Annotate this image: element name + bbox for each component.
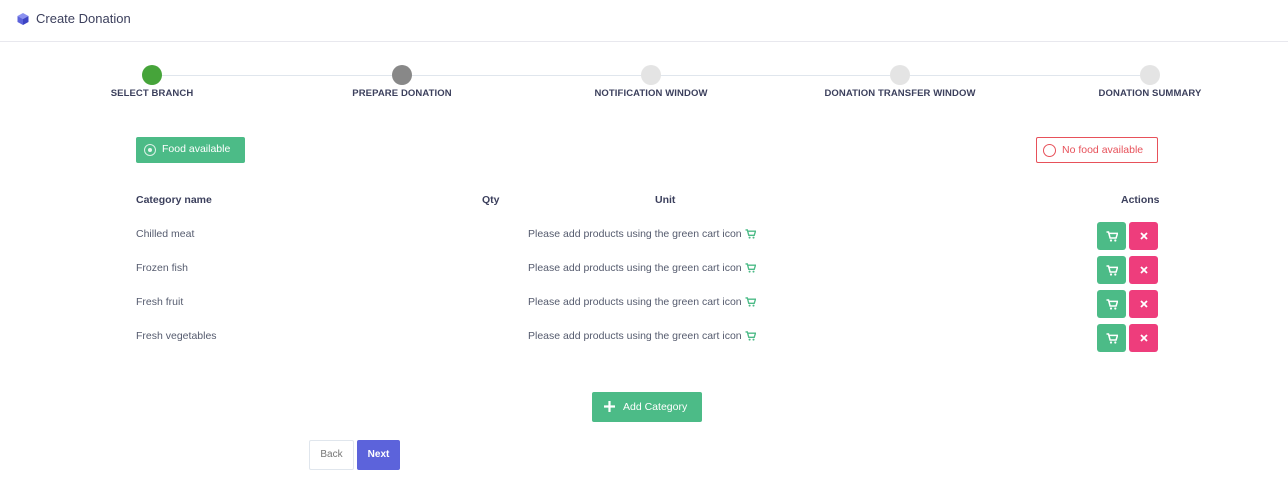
add-products-button[interactable] — [1097, 256, 1126, 284]
header-category-name: Category name — [136, 194, 212, 206]
cart-icon — [745, 331, 757, 341]
step-dot — [392, 65, 412, 85]
progress-stepper: SELECT BRANCH PREPARE DONATION NOTIFICAT… — [0, 65, 1288, 105]
add-category-button[interactable]: Add Category — [592, 392, 702, 422]
delete-category-button[interactable] — [1129, 290, 1158, 318]
step-label: NOTIFICATION WINDOW — [594, 88, 708, 99]
cart-icon — [745, 263, 757, 273]
table-row: Frozen fish Please add products using th… — [0, 256, 1288, 296]
step-donation-transfer-window[interactable]: DONATION TRANSFER WINDOW — [800, 65, 1000, 99]
close-icon — [1139, 266, 1148, 274]
step-label: SELECT BRANCH — [110, 88, 194, 99]
cart-icon — [1106, 264, 1118, 276]
plus-icon — [604, 401, 615, 412]
cart-icon — [1106, 230, 1118, 242]
top-bar: Create Donation — [0, 0, 1288, 42]
hint-text: Please add products using the green cart… — [528, 330, 742, 342]
header-qty: Qty — [482, 194, 500, 206]
cube-icon — [17, 13, 29, 25]
hint-text: Please add products using the green cart… — [528, 228, 742, 240]
food-available-button[interactable]: Food available — [136, 137, 245, 163]
hint-text: Please add products using the green cart… — [528, 262, 742, 274]
step-dot — [1140, 65, 1160, 85]
table-row: Fresh vegetables Please add products usi… — [0, 324, 1288, 364]
step-prepare-donation[interactable]: PREPARE DONATION — [302, 65, 502, 99]
hint-text: Please add products using the green cart… — [528, 296, 742, 308]
step-label: DONATION SUMMARY — [1098, 88, 1202, 99]
delete-category-button[interactable] — [1129, 324, 1158, 352]
category-name: Chilled meat — [136, 228, 195, 240]
header-unit: Unit — [655, 194, 676, 206]
step-dot — [890, 65, 910, 85]
category-name: Fresh vegetables — [136, 330, 217, 342]
cart-icon — [745, 229, 757, 239]
cart-icon — [1106, 332, 1118, 344]
cart-icon — [745, 297, 757, 307]
add-products-button[interactable] — [1097, 222, 1126, 250]
step-notification-window[interactable]: NOTIFICATION WINDOW — [551, 65, 751, 99]
radio-selected-icon — [144, 144, 156, 156]
add-products-hint: Please add products using the green cart… — [528, 262, 757, 274]
close-icon — [1139, 300, 1148, 308]
no-food-available-label: No food available — [1062, 144, 1144, 156]
no-food-available-button[interactable]: No food available — [1036, 137, 1158, 163]
step-donation-summary[interactable]: DONATION SUMMARY — [1050, 65, 1250, 99]
add-products-hint: Please add products using the green cart… — [528, 330, 757, 342]
close-icon — [1139, 334, 1148, 342]
add-products-hint: Please add products using the green cart… — [528, 228, 757, 240]
category-name: Fresh fruit — [136, 296, 184, 308]
add-products-button[interactable] — [1097, 290, 1126, 318]
add-products-button[interactable] — [1097, 324, 1126, 352]
add-products-hint: Please add products using the green cart… — [528, 296, 757, 308]
delete-category-button[interactable] — [1129, 222, 1158, 250]
add-category-label: Add Category — [623, 401, 688, 413]
category-name: Frozen fish — [136, 262, 188, 274]
page-title: Create Donation — [36, 11, 131, 26]
table-row: Fresh fruit Please add products using th… — [0, 290, 1288, 330]
table-row: Chilled meat Please add products using t… — [0, 222, 1288, 262]
close-icon — [1139, 232, 1148, 240]
header-actions: Actions — [1121, 194, 1160, 206]
back-button[interactable]: Back — [309, 440, 354, 470]
step-dot — [142, 65, 162, 85]
step-select-branch[interactable]: SELECT BRANCH — [52, 65, 252, 99]
radio-unselected-icon — [1043, 144, 1056, 157]
step-label: PREPARE DONATION — [352, 88, 452, 99]
cart-icon — [1106, 298, 1118, 310]
food-available-label: Food available — [162, 143, 231, 155]
step-label: DONATION TRANSFER WINDOW — [824, 88, 976, 99]
delete-category-button[interactable] — [1129, 256, 1158, 284]
step-dot — [641, 65, 661, 85]
next-button[interactable]: Next — [357, 440, 400, 470]
